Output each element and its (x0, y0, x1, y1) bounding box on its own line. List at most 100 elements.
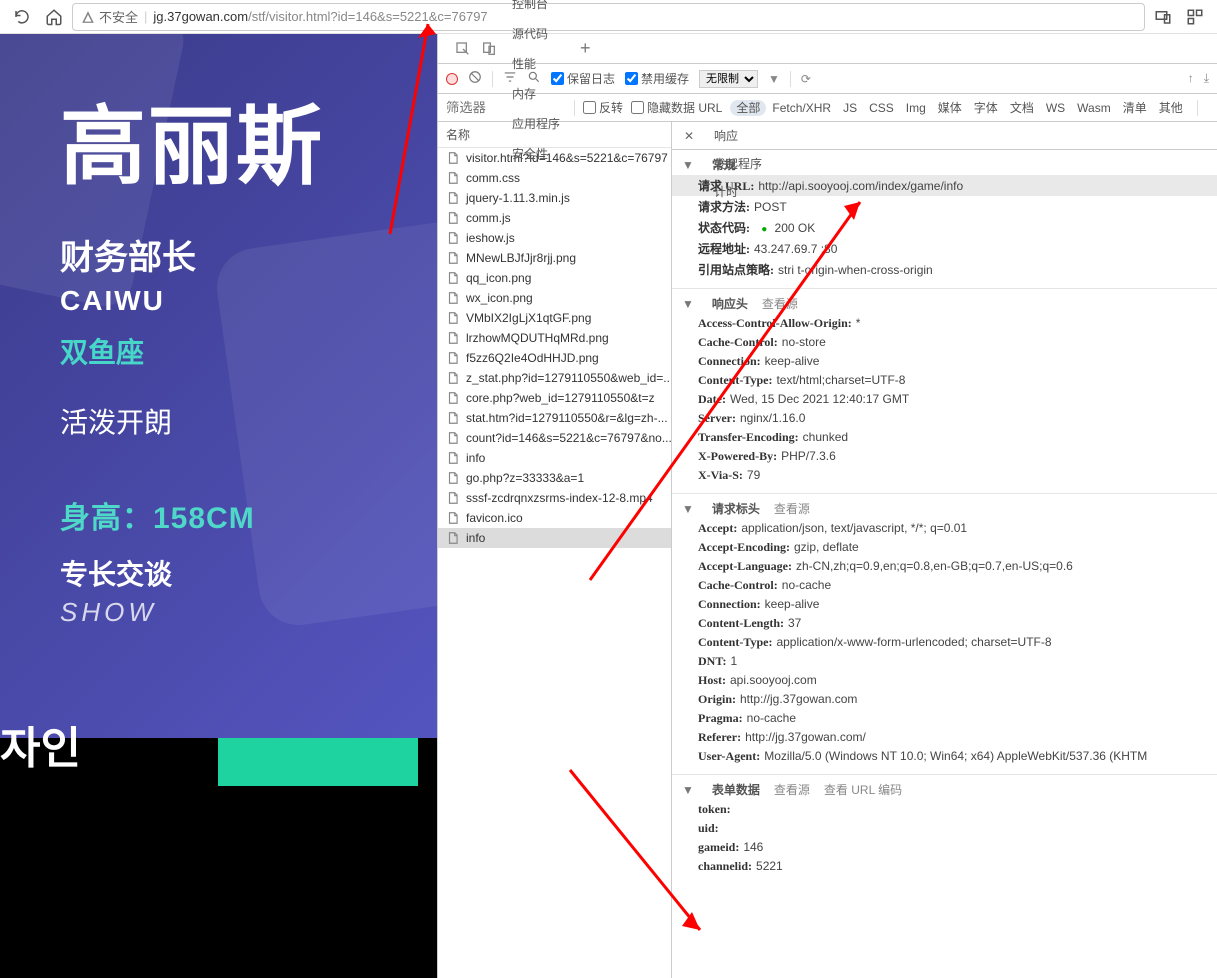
kv-row: Connection:keep-alive (672, 595, 1217, 614)
devtools-tab-2[interactable]: 控制台 (502, 0, 570, 19)
request-row[interactable]: comm.css (438, 168, 671, 188)
kv-row: Host:api.sooyooj.com (672, 671, 1217, 690)
devtools-main-tabs: 网络✕元素控制台源代码性能内存应用程序安全性 + (438, 34, 1217, 64)
request-list: 名称 visitor.html?id=146&s=5221&c=76797com… (438, 122, 672, 978)
filter-type-Fetch/XHR[interactable]: Fetch/XHR (766, 100, 837, 116)
devtools-tab-7[interactable]: 安全性 (502, 139, 570, 169)
request-row[interactable]: sssf-zcdrqnxzsrms-index-12-8.mp4 (438, 488, 671, 508)
record-button[interactable] (446, 73, 458, 85)
kv-row: Connection:keep-alive (672, 352, 1217, 371)
view-source-link[interactable]: 查看源 (774, 781, 810, 798)
filter-type-清单[interactable]: 清单 (1117, 100, 1153, 116)
action-button[interactable] (218, 738, 418, 786)
filter-type-其他[interactable]: 其他 (1153, 100, 1189, 116)
kv-row: Accept:application/json, text/javascript… (672, 519, 1217, 538)
invert-checkbox[interactable]: 反转 (583, 99, 623, 116)
kv-row: Transfer-Encoding:chunked (672, 428, 1217, 447)
request-row[interactable]: jquery-1.11.3.min.js (438, 188, 671, 208)
responsive-icon[interactable] (1149, 3, 1177, 31)
temperament: 活泼开朗 (60, 401, 437, 441)
request-row[interactable]: z_stat.php?id=1279110550&web_id=... (438, 368, 671, 388)
close-detail-button[interactable]: ✕ (678, 129, 700, 143)
request-row[interactable]: MNewLBJfJjr8rjj.png (438, 248, 671, 268)
page-preview: 高丽斯 财务部长 CAIWU 双鱼座 活泼开朗 身高：158CM 专长交谈 SH… (0, 34, 437, 978)
kv-row: gameid:146 (672, 838, 1217, 857)
kv-row: Date:Wed, 15 Dec 2021 12:40:17 GMT (672, 390, 1217, 409)
filter-type-JS[interactable]: JS (837, 100, 863, 116)
kv-row: Accept-Language:zh-CN,zh;q=0.9,en;q=0.8,… (672, 557, 1217, 576)
upload-icon[interactable]: ↑ (1188, 71, 1194, 86)
url-text: jg.37gowan.com/stf/visitor.html?id=146&s… (153, 9, 487, 24)
filter-type-WS[interactable]: WS (1040, 100, 1071, 116)
kv-row: Content-Length:37 (672, 614, 1217, 633)
filter-type-CSS[interactable]: CSS (863, 100, 900, 116)
clear-button[interactable] (468, 70, 482, 87)
role-en: CAIWU (60, 285, 437, 317)
kv-row: 引用站点策略:stri t-origin-when-cross-origin (672, 259, 1217, 280)
kv-row: Pragma:no-cache (672, 709, 1217, 728)
kv-row: Access-Control-Allow-Origin:* (672, 314, 1217, 333)
height: 身高：158CM (60, 493, 437, 537)
request-row[interactable]: comm.js (438, 208, 671, 228)
show-label: SHOW (60, 597, 437, 628)
detail-tab-3[interactable]: 发起程序 (704, 150, 772, 178)
detail-tab-2[interactable]: 响应 (704, 122, 772, 150)
request-row[interactable]: qq_icon.png (438, 268, 671, 288)
view-source-link[interactable]: 查看源 (774, 500, 810, 517)
request-row[interactable]: stat.htm?id=1279110550&r=&lg=zh-... (438, 408, 671, 428)
filter-type-全部[interactable]: 全部 (730, 100, 766, 116)
insecure-label: 不安全 (99, 7, 138, 26)
section-form-data: ▼表单数据查看源查看 URL 编码 token:uid:gameid:146ch… (672, 775, 1217, 884)
download-icon[interactable]: ⤓ (1204, 71, 1209, 86)
home-button[interactable] (40, 3, 68, 31)
kv-row: channelid:5221 (672, 857, 1217, 876)
kv-row: Accept-Encoding:gzip, deflate (672, 538, 1217, 557)
request-row[interactable]: info (438, 448, 671, 468)
request-detail: ✕ 标头预览响应发起程序计时 ▼常规 请求 URL:http://api.soo… (672, 122, 1217, 978)
refresh-button[interactable] (8, 3, 36, 31)
request-row[interactable]: ieshow.js (438, 228, 671, 248)
request-row[interactable]: info (438, 528, 671, 548)
request-row[interactable]: favicon.ico (438, 508, 671, 528)
request-row[interactable]: core.php?web_id=1279110550&t=z (438, 388, 671, 408)
qr-icon[interactable] (1181, 3, 1209, 31)
device-icon[interactable] (476, 41, 502, 57)
throttle-select[interactable]: 无限制 (699, 70, 758, 88)
korean-text: 자인 (0, 712, 81, 776)
character-name: 高丽斯 (60, 104, 437, 190)
kv-row: token: (672, 800, 1217, 819)
view-source-link[interactable]: 查看源 (762, 295, 798, 312)
section-request-headers: ▼请求标头查看源 Accept:application/json, text/j… (672, 494, 1217, 775)
request-row[interactable]: f5zz6Q2Ie4OdHHJD.png (438, 348, 671, 368)
request-row[interactable]: count?id=146&s=5221&c=76797&no... (438, 428, 671, 448)
devtools-panel: 网络✕元素控制台源代码性能内存应用程序安全性 + 保留日志 禁用缓存 无限制 ▼… (437, 34, 1217, 978)
devtools-tab-4[interactable]: 性能 (502, 49, 570, 79)
hide-data-checkbox[interactable]: 隐藏数据 URL (631, 99, 722, 116)
detail-tab-4[interactable]: 计时 (704, 178, 772, 206)
detail-tabs: ✕ 标头预览响应发起程序计时 (672, 122, 1217, 150)
inspect-icon[interactable] (450, 41, 476, 57)
request-row[interactable]: go.php?z=33333&a=1 (438, 468, 671, 488)
kv-row: X-Via-S:79 (672, 466, 1217, 485)
insecure-badge: 不安全 (81, 7, 138, 26)
browser-toolbar: 不安全 | jg.37gowan.com/stf/visitor.html?id… (0, 0, 1217, 34)
disable-cache-checkbox[interactable]: 禁用缓存 (625, 70, 689, 87)
request-row[interactable]: wx_icon.png (438, 288, 671, 308)
filter-type-文档[interactable]: 文档 (1004, 100, 1040, 116)
kv-row: Content-Type:application/x-www-form-urle… (672, 633, 1217, 652)
wifi-icon[interactable]: ⟳ (801, 72, 811, 86)
add-tab-button[interactable]: + (580, 38, 591, 59)
devtools-tab-5[interactable]: 内存 (502, 79, 570, 109)
devtools-tab-3[interactable]: 源代码 (502, 19, 570, 49)
kv-row: Content-Type:text/html;charset=UTF-8 (672, 371, 1217, 390)
address-bar[interactable]: 不安全 | jg.37gowan.com/stf/visitor.html?id… (72, 3, 1145, 31)
request-row[interactable]: VMbIX2IgLjX1qtGF.png (438, 308, 671, 328)
devtools-tab-6[interactable]: 应用程序 (502, 109, 570, 139)
view-url-encoded-link[interactable]: 查看 URL 编码 (824, 781, 902, 798)
speciality: 专长交谈 (60, 553, 437, 593)
filter-type-Img[interactable]: Img (900, 100, 932, 116)
filter-type-媒体[interactable]: 媒体 (932, 100, 968, 116)
filter-type-字体[interactable]: 字体 (968, 100, 1004, 116)
filter-type-Wasm[interactable]: Wasm (1071, 100, 1117, 116)
request-row[interactable]: lrzhowMQDUTHqMRd.png (438, 328, 671, 348)
